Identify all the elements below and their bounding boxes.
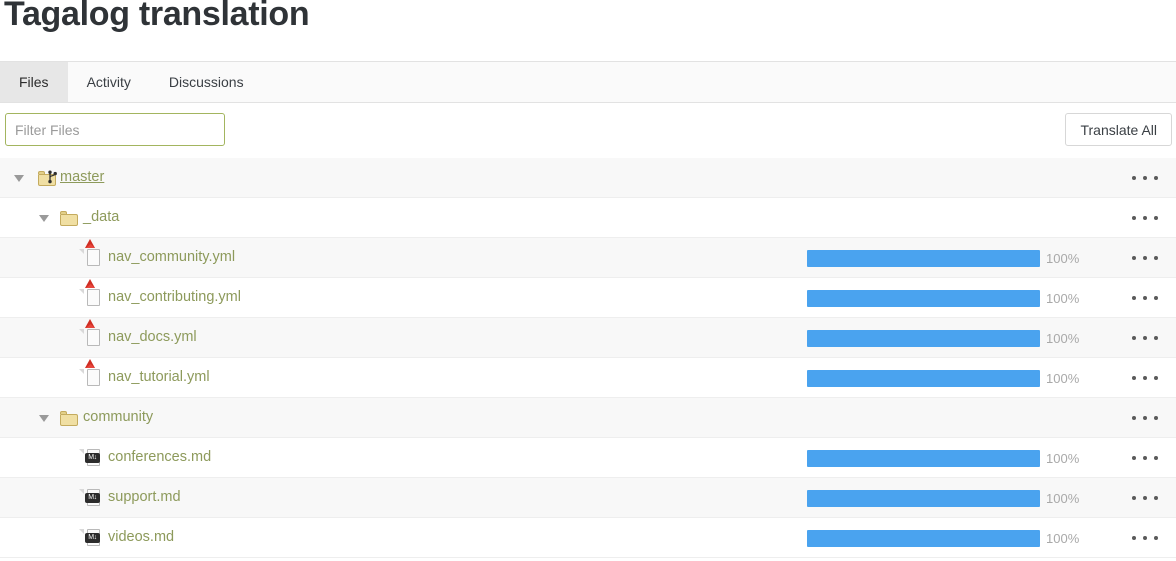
markdown-file-icon: M↓ [79,489,103,507]
tab-discussions[interactable]: Discussions [150,62,263,102]
folder-name-label: community [83,409,154,425]
file-name-label: nav_community.yml [108,249,236,265]
yaml-file-icon [79,279,103,307]
ellipsis-icon[interactable] [1132,169,1158,187]
tree-row[interactable]: nav_docs.yml 100% [0,318,1176,358]
tree-row[interactable]: nav_community.yml 100% [0,238,1176,278]
markdown-file-icon: M↓ [79,449,103,467]
ellipsis-icon[interactable] [1132,329,1158,347]
progress-percent-label: 100% [1046,371,1080,386]
yaml-file-icon [79,359,103,387]
translation-progress-bar [807,290,1040,307]
chevron-down-icon[interactable] [14,175,24,182]
file-name-label: conferences.md [108,449,212,465]
translation-progress-bar [807,370,1040,387]
progress-percent-label: 100% [1046,531,1080,546]
file-name-label: nav_contributing.yml [108,289,241,305]
progress-percent-label: 100% [1046,491,1080,506]
branch-folder-icon [38,169,57,187]
file-tree: master _data nav_community.yml 100% nav_cont… [0,158,1176,558]
tree-row[interactable]: M↓ videos.md 100% [0,518,1176,558]
tab-activity[interactable]: Activity [68,62,150,102]
ellipsis-icon[interactable] [1132,289,1158,307]
ellipsis-icon[interactable] [1132,209,1158,227]
tree-row[interactable]: _data [0,198,1176,238]
file-name-label: videos.md [108,529,175,545]
markdown-file-icon: M↓ [79,529,103,547]
ellipsis-icon[interactable] [1132,409,1158,427]
translation-progress-fill [807,290,1040,307]
page-root: Tagalog translation Files Activity Discuss… [0,0,1176,561]
tree-row[interactable]: M↓ conferences.md 100% [0,438,1176,478]
translation-progress-bar [807,250,1040,267]
translate-all-button[interactable]: Translate All [1065,113,1172,146]
progress-percent-label: 100% [1046,251,1080,266]
tree-row[interactable]: nav_contributing.yml 100% [0,278,1176,318]
ellipsis-icon[interactable] [1132,249,1158,267]
ellipsis-icon[interactable] [1132,489,1158,507]
translation-progress-bar [807,490,1040,507]
ellipsis-icon[interactable] [1132,369,1158,387]
translation-progress-fill [807,490,1040,507]
folder-icon [60,209,78,227]
translation-progress-fill [807,370,1040,387]
file-name-label: nav_docs.yml [108,329,197,345]
translation-progress-bar [807,330,1040,347]
tree-row[interactable]: nav_tutorial.yml 100% [0,358,1176,398]
file-name-label: nav_tutorial.yml [108,369,210,385]
page-title: Tagalog translation [4,0,310,33]
progress-percent-label: 100% [1046,331,1080,346]
translation-progress-fill [807,330,1040,347]
chevron-down-icon[interactable] [39,215,49,222]
progress-percent-label: 100% [1046,451,1080,466]
folder-name-label[interactable]: master [60,169,104,185]
translation-progress-bar [807,450,1040,467]
ellipsis-icon[interactable] [1132,449,1158,467]
translation-progress-fill [807,530,1040,547]
filter-toolbar: Translate All [0,104,1176,158]
yaml-file-icon [79,239,103,267]
tree-row[interactable]: master [0,158,1176,198]
folder-name-label: _data [83,209,120,225]
tree-row[interactable]: community [0,398,1176,438]
translation-progress-fill [807,450,1040,467]
ellipsis-icon[interactable] [1132,529,1158,547]
tree-row[interactable]: M↓ support.md 100% [0,478,1176,518]
file-name-label: support.md [108,489,181,505]
folder-icon [60,409,78,427]
filter-files-input[interactable] [5,113,225,146]
yaml-file-icon [79,319,103,347]
translation-progress-fill [807,250,1040,267]
tab-files[interactable]: Files [0,62,68,102]
progress-percent-label: 100% [1046,291,1080,306]
chevron-down-icon[interactable] [39,415,49,422]
tab-bar: Files Activity Discussions [0,61,1176,103]
translation-progress-bar [807,530,1040,547]
